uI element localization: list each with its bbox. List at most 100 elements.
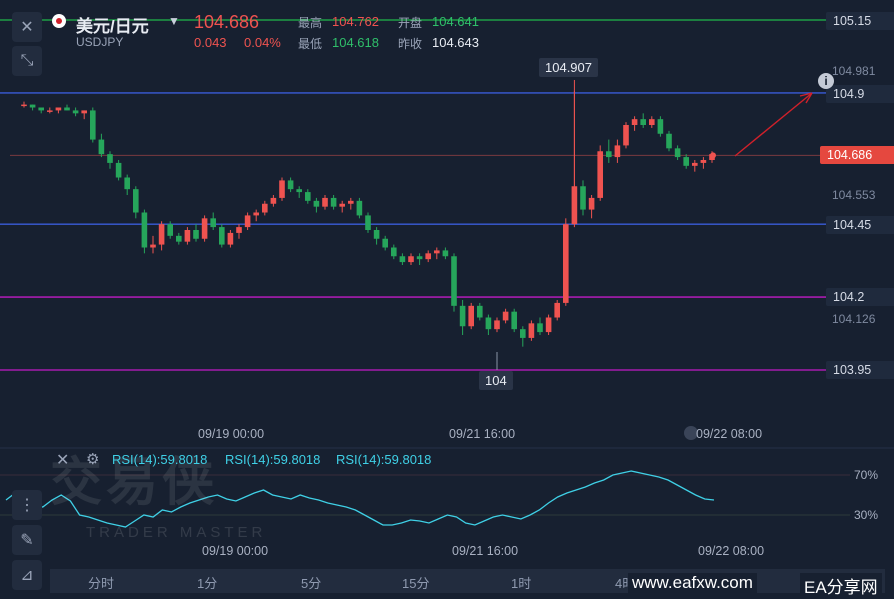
candle-body	[563, 224, 569, 303]
level-tag-104-9: 104.9	[826, 85, 894, 103]
level-tag-103-95: 103.95	[826, 361, 894, 379]
level-tag-104-2: 104.2	[826, 288, 894, 306]
close-rsi-icon[interactable]: ✕	[56, 450, 69, 470]
period-tab-1m[interactable]: 1分	[197, 573, 217, 592]
candle-body	[434, 250, 440, 254]
candle-body	[21, 104, 27, 107]
candle-body	[382, 238, 388, 248]
rsi-upper-label: 70%	[854, 468, 879, 482]
candle-body	[313, 200, 320, 207]
candle-body	[72, 110, 79, 114]
candle-body	[227, 232, 234, 245]
candle-body	[150, 244, 156, 248]
candle-body	[158, 224, 165, 245]
candle-body	[90, 110, 96, 140]
high-label: 最高	[298, 16, 323, 30]
period-bar	[50, 569, 885, 593]
rsi-time-label: 09/21 16:00	[452, 544, 519, 558]
time-label: 09/22 08:00	[696, 427, 763, 441]
symbol: USDJPY	[76, 35, 124, 49]
collapse-icon[interactable]: ⤡	[12, 46, 42, 76]
pair-name[interactable]: 美元/日元	[76, 12, 149, 37]
candle-body	[485, 317, 492, 330]
open-value: 104.641	[432, 14, 479, 29]
price-change-pct: 0.04%	[244, 35, 281, 50]
candle-body	[537, 323, 543, 333]
candle-body	[47, 110, 53, 112]
level-tag-105-15: 105.15	[826, 12, 894, 30]
pen-icon[interactable]: ✎	[12, 525, 42, 555]
rsi-time-label: 09/19 00:00	[202, 544, 269, 558]
period-tab-5m[interactable]: 5分	[301, 573, 321, 592]
low-label: 最低	[298, 37, 323, 51]
candle-body	[666, 133, 672, 149]
indicator-icon[interactable]: ⋮	[12, 490, 42, 520]
candle-body	[606, 151, 612, 158]
candle-body	[64, 107, 70, 111]
candle-body	[262, 203, 268, 213]
candle-body	[356, 200, 363, 216]
candle-body	[29, 104, 36, 108]
candle-body	[459, 305, 466, 327]
projection-arrow	[734, 92, 813, 157]
rsi-label: RSI(14):59.8018	[225, 452, 321, 467]
current-price: 104.686	[194, 12, 260, 32]
period-tab-1h[interactable]: 1时	[511, 573, 531, 592]
candle-body	[373, 230, 380, 239]
candle-body	[365, 215, 371, 230]
period-tab-15m[interactable]: 15分	[402, 573, 429, 592]
candle-body	[305, 192, 311, 201]
candle-body	[451, 256, 457, 306]
candle-body	[236, 227, 242, 233]
candle-body	[511, 311, 517, 330]
chevron-down-icon[interactable]: ▼	[168, 14, 180, 28]
candle-body	[124, 177, 130, 190]
close-icon[interactable]: ✕	[12, 12, 42, 42]
candle-body	[692, 162, 698, 166]
candle-body	[494, 320, 500, 330]
axis-label: 104.126	[832, 312, 876, 326]
candle-body	[98, 139, 105, 155]
period-tab-fenshi[interactable]: 分时	[88, 573, 114, 592]
candle-body	[631, 119, 638, 125]
candle-body	[408, 256, 414, 263]
candle-body	[55, 107, 62, 111]
high-annotation: 104.907	[539, 58, 598, 77]
candle-body	[649, 119, 655, 125]
candle-body	[219, 227, 225, 245]
candle-body	[133, 189, 139, 213]
candle-body	[520, 329, 526, 338]
candle-body	[270, 197, 277, 204]
candle-body	[348, 200, 354, 204]
candle-body	[468, 305, 474, 327]
gear-icon[interactable]: ⚙	[86, 450, 99, 468]
candle-body	[81, 110, 87, 114]
last-price-dot	[710, 152, 716, 159]
rsi-label: RSI(14):59.8018	[336, 452, 432, 467]
candle-body	[683, 157, 689, 166]
candle-body	[502, 311, 509, 321]
candle-body	[330, 197, 337, 207]
flag-icon	[52, 14, 66, 28]
current-price-tag: 104.686	[820, 146, 894, 164]
watermark-en: TRADER MASTER	[86, 524, 267, 541]
candle-body	[193, 230, 199, 239]
price-change: 0.043	[194, 35, 227, 50]
high-value: 104.762	[332, 14, 379, 29]
candle-body	[700, 160, 707, 163]
info-icon[interactable]: i	[818, 73, 834, 89]
candle-body	[253, 212, 259, 216]
axis-label: 104.981	[832, 64, 876, 78]
candle-body	[545, 317, 552, 333]
candle-body	[477, 305, 483, 318]
open-label: 开盘	[398, 16, 423, 30]
time-label: 09/21 16:00	[449, 427, 516, 441]
rsi-lower-label: 30%	[854, 508, 879, 522]
candle-body	[141, 212, 148, 248]
candle-body	[201, 218, 208, 239]
drawing-tool-icon[interactable]: ⊿	[12, 560, 42, 590]
footer-site: www.eafxw.com	[628, 573, 757, 593]
candle-body	[279, 180, 285, 198]
candle-body	[210, 218, 216, 228]
candle-body	[115, 162, 122, 178]
